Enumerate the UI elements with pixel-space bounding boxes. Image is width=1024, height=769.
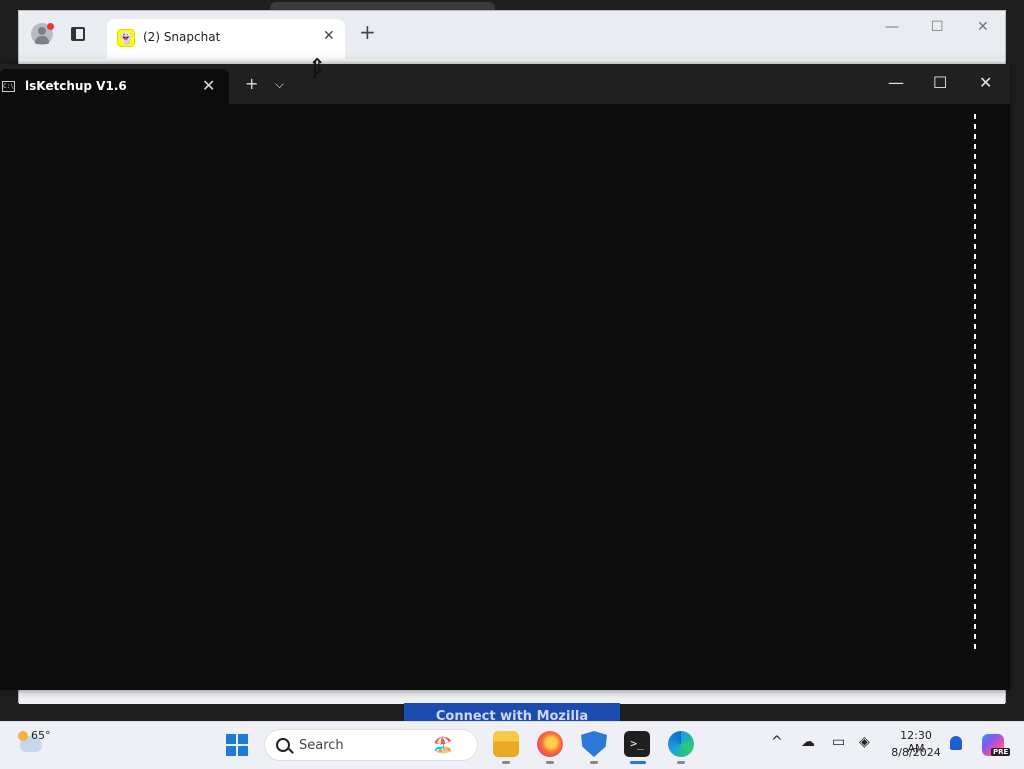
- terminal-title-bar[interactable]: C:\ lsKetchup V1.6 ✕ + ⌵ — ☐ ✕: [0, 64, 1010, 104]
- browser-tab-title: (2) Snapchat: [143, 30, 221, 44]
- search-placeholder: Search: [299, 738, 344, 753]
- tab-snapchat[interactable]: 👻 (2) Snapchat ✕: [107, 19, 345, 59]
- search-highlight-icon: 🏖️: [433, 735, 453, 754]
- terminal-tab[interactable]: C:\ lsKetchup V1.6 ✕: [0, 69, 229, 104]
- new-tab-button[interactable]: +: [359, 22, 376, 42]
- notification-bell-icon[interactable]: [950, 736, 962, 750]
- taskbar: 65° Search 🏖️ >_ ^ ☁ ▭ ◈ 12:30 AM 8/8/20…: [0, 721, 1024, 769]
- edge-icon[interactable]: [668, 731, 694, 757]
- terminal-minimize-button[interactable]: —: [888, 73, 904, 92]
- preview-badge: PRE: [991, 748, 1011, 756]
- active-app-indicator: [630, 761, 646, 764]
- onedrive-icon[interactable]: ☁: [801, 734, 815, 750]
- start-button[interactable]: [226, 734, 248, 756]
- terminal-output-dots: [974, 114, 976, 654]
- network-icon[interactable]: ◈: [859, 734, 870, 750]
- browser-minimize-button[interactable]: —: [885, 19, 899, 35]
- tray-chevron-icon[interactable]: ^: [771, 734, 783, 750]
- weather-temperature: 65°: [31, 729, 51, 742]
- terminal-content[interactable]: [0, 104, 1010, 690]
- browser-maximize-button[interactable]: ☐: [931, 19, 944, 35]
- search-icon: [276, 738, 290, 752]
- windows-logo-icon: [226, 734, 236, 744]
- clock-date[interactable]: 8/8/2024: [891, 746, 941, 759]
- browser-close-button[interactable]: ✕: [977, 19, 989, 35]
- resize-cursor-icon: [308, 57, 326, 81]
- terminal-dropdown-button[interactable]: ⌵: [275, 77, 284, 92]
- close-tab-button[interactable]: ✕: [323, 28, 335, 44]
- notification-dot: [47, 23, 54, 30]
- tab-actions-icon[interactable]: [71, 27, 85, 41]
- taskbar-search-box[interactable]: Search 🏖️: [264, 729, 478, 761]
- cmd-icon: C:\: [2, 81, 15, 92]
- terminal-new-tab-button[interactable]: +: [245, 76, 258, 92]
- file-explorer-icon[interactable]: [493, 731, 519, 757]
- terminal-close-button[interactable]: ✕: [979, 73, 992, 92]
- browser-tab-bar: 👻 (2) Snapchat ✕ + — ☐ ✕: [19, 11, 1005, 59]
- terminal-maximize-button[interactable]: ☐: [933, 73, 947, 92]
- terminal-app-icon[interactable]: >_: [624, 731, 650, 757]
- windows-security-icon[interactable]: [581, 731, 607, 757]
- terminal-tab-title: lsKetchup V1.6: [25, 79, 127, 93]
- connect-with-mozilla-button[interactable]: Connect with Mozilla: [404, 703, 620, 721]
- terminal-window: C:\ lsKetchup V1.6 ✕ + ⌵ — ☐ ✕: [0, 64, 1010, 690]
- terminal-tab-close-button[interactable]: ✕: [202, 76, 215, 95]
- firefox-icon[interactable]: [537, 731, 563, 757]
- display-icon[interactable]: ▭: [832, 734, 845, 750]
- snapchat-icon: 👻: [117, 29, 135, 47]
